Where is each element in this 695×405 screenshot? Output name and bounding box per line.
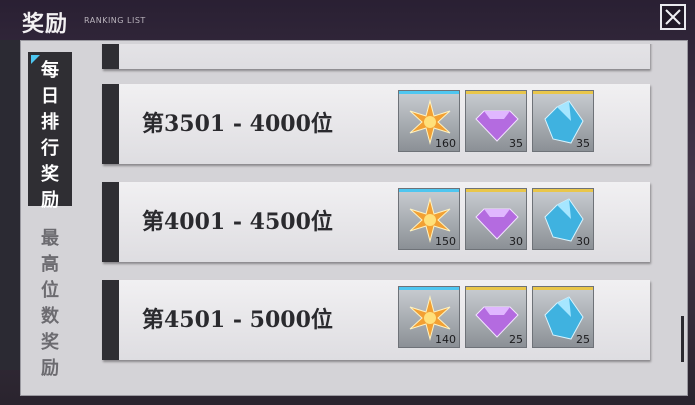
row-stripe	[102, 182, 119, 262]
tab-char: 励	[41, 190, 59, 211]
item-quantity: 35	[576, 137, 590, 150]
rarity-bar	[533, 91, 593, 94]
rarity-bar	[466, 287, 526, 290]
row-stripe	[102, 84, 119, 164]
list-scrollbar[interactable]	[681, 316, 684, 362]
page-subtitle: RANKING LIST	[84, 16, 146, 25]
reward-item-diamond[interactable]: 30	[465, 188, 527, 250]
item-quantity: 35	[509, 137, 523, 150]
item-quantity: 25	[509, 333, 523, 346]
rank-range-label: 第4001 - 4500位	[142, 209, 333, 235]
reward-list[interactable]: 第3501 - 4000位 160 35 35 第4001 - 4500位 15…	[80, 44, 680, 374]
reward-row: 第4001 - 4500位 150 30 30	[102, 182, 650, 262]
rarity-bar	[466, 189, 526, 192]
item-quantity: 30	[576, 235, 590, 248]
reward-item-star[interactable]: 160	[398, 90, 460, 152]
rarity-bar	[533, 287, 593, 290]
reward-row-partial	[102, 44, 650, 69]
reward-item-crystal[interactable]: 35	[532, 90, 594, 152]
rarity-bar	[399, 287, 459, 290]
tab-char: 励	[41, 358, 59, 379]
tab-char: 行	[41, 138, 59, 159]
rank-range-label: 第4501 - 5000位	[142, 307, 333, 333]
rarity-bar	[533, 189, 593, 192]
tab-highest-rank-reward[interactable]: 最 高 位 数 奖 励	[28, 226, 72, 382]
reward-item-crystal[interactable]: 30	[532, 188, 594, 250]
reward-item-diamond[interactable]: 35	[465, 90, 527, 152]
close-icon	[665, 9, 681, 25]
rarity-bar	[399, 91, 459, 94]
row-stripe	[102, 280, 119, 360]
tab-char: 高	[41, 254, 59, 275]
reward-item-star[interactable]: 150	[398, 188, 460, 250]
item-quantity: 25	[576, 333, 590, 346]
reward-item-diamond[interactable]: 25	[465, 286, 527, 348]
background-side-strip	[0, 40, 22, 370]
page-title: 奖励	[22, 11, 69, 37]
tab-bar: 每 日 排 行 奖 励 最 高 位 数 奖 励	[28, 52, 72, 379]
reward-row: 第4501 - 5000位 140 25 25	[102, 280, 650, 360]
row-stripe	[102, 44, 119, 69]
tab-char: 日	[41, 86, 59, 107]
tab-char: 奖	[41, 164, 59, 185]
rarity-bar	[399, 189, 459, 192]
tab-char: 最	[41, 228, 59, 249]
rank-range-label: 第3501 - 4000位	[142, 111, 333, 137]
item-quantity: 160	[435, 137, 456, 150]
tab-daily-ranking-reward[interactable]: 每 日 排 行 奖 励	[28, 52, 72, 211]
reward-row: 第3501 - 4000位 160 35 35	[102, 84, 650, 164]
tab-char: 位	[41, 280, 59, 301]
item-quantity: 150	[435, 235, 456, 248]
tab-char: 数	[41, 306, 59, 327]
active-corner-marker	[31, 55, 40, 64]
tab-char: 奖	[41, 332, 59, 353]
rarity-bar	[466, 91, 526, 94]
reward-item-crystal[interactable]: 25	[532, 286, 594, 348]
item-quantity: 30	[509, 235, 523, 248]
reward-item-star[interactable]: 140	[398, 286, 460, 348]
close-button[interactable]	[660, 4, 686, 30]
item-quantity: 140	[435, 333, 456, 346]
tab-char: 排	[41, 112, 59, 133]
